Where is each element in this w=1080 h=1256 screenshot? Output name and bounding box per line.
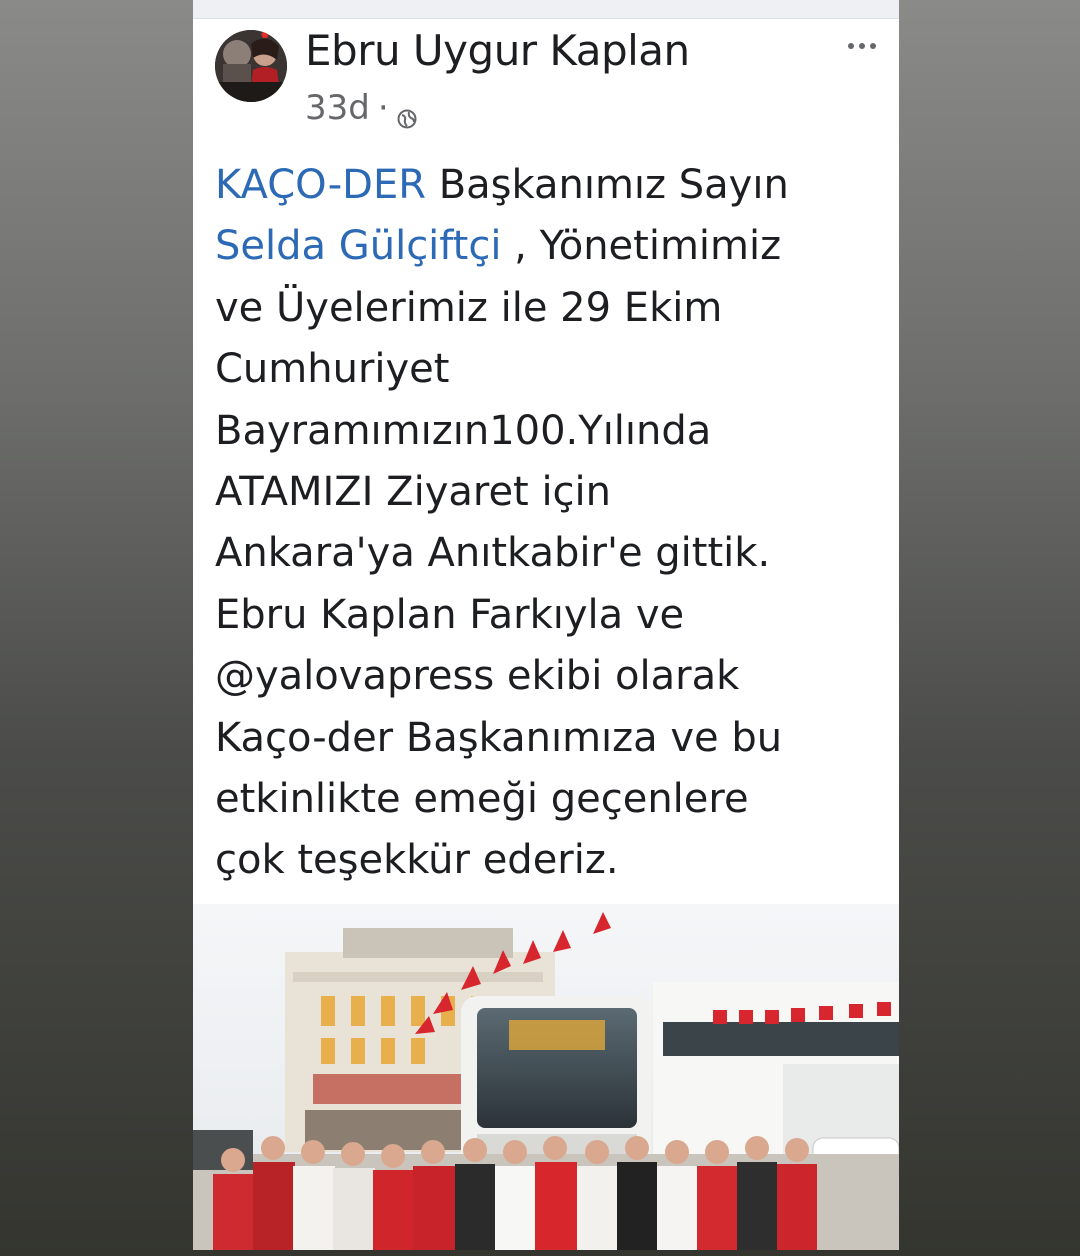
author-avatar[interactable] (215, 30, 287, 102)
post-line: @yalovapress ekibi olarak (215, 653, 740, 700)
post-line: Selda Gülçiftçi , Yönetimimiz (215, 216, 885, 277)
post-line: ve Üyelerimiz ile 29 Ekim (215, 284, 723, 331)
more-horizontal-icon[interactable] (847, 36, 877, 49)
post-header: Ebru Uygur Kaplan 33d · (193, 18, 899, 130)
globe-icon (397, 98, 417, 129)
post-line: ATAMIZI Ziyaret için (215, 469, 612, 516)
post-text-fragment: , Yönetimimiz (501, 223, 782, 270)
post-line: KAÇO-DER Başkanımız Sayın (215, 155, 885, 216)
post-line: Ebru Kaplan Farkıyla ve (215, 591, 685, 638)
post-line: etkinlikte emeği geçenlere (215, 776, 749, 823)
meta-separator: · (377, 88, 389, 128)
post-meta: 33d · (305, 88, 417, 129)
post-body: KAÇO-DER Başkanımız Sayın Selda Gülçiftç… (215, 155, 885, 892)
post-line: Kaço-der Başkanımıza ve bu (215, 714, 783, 761)
post-line: Ankara'ya Anıtkabir'e gittik. (215, 530, 771, 577)
post-card: Ebru Uygur Kaplan 33d · KAÇO-DER Başkanı… (193, 0, 899, 1250)
feed-divider (193, 0, 899, 19)
mention-organization[interactable]: KAÇO-DER (215, 162, 426, 208)
post-line: Bayramımızın100.Yılında (215, 407, 712, 454)
post-line: Cumhuriyet (215, 346, 450, 393)
mention-person[interactable]: Selda Gülçiftçi (215, 223, 501, 269)
author-name[interactable]: Ebru Uygur Kaplan (305, 26, 690, 75)
post-text-fragment: Başkanımız Sayın (426, 162, 789, 208)
post-line: çok teşekkür ederiz. (215, 837, 619, 884)
post-time[interactable]: 33d (305, 88, 370, 128)
post-photo[interactable] (193, 904, 899, 1250)
